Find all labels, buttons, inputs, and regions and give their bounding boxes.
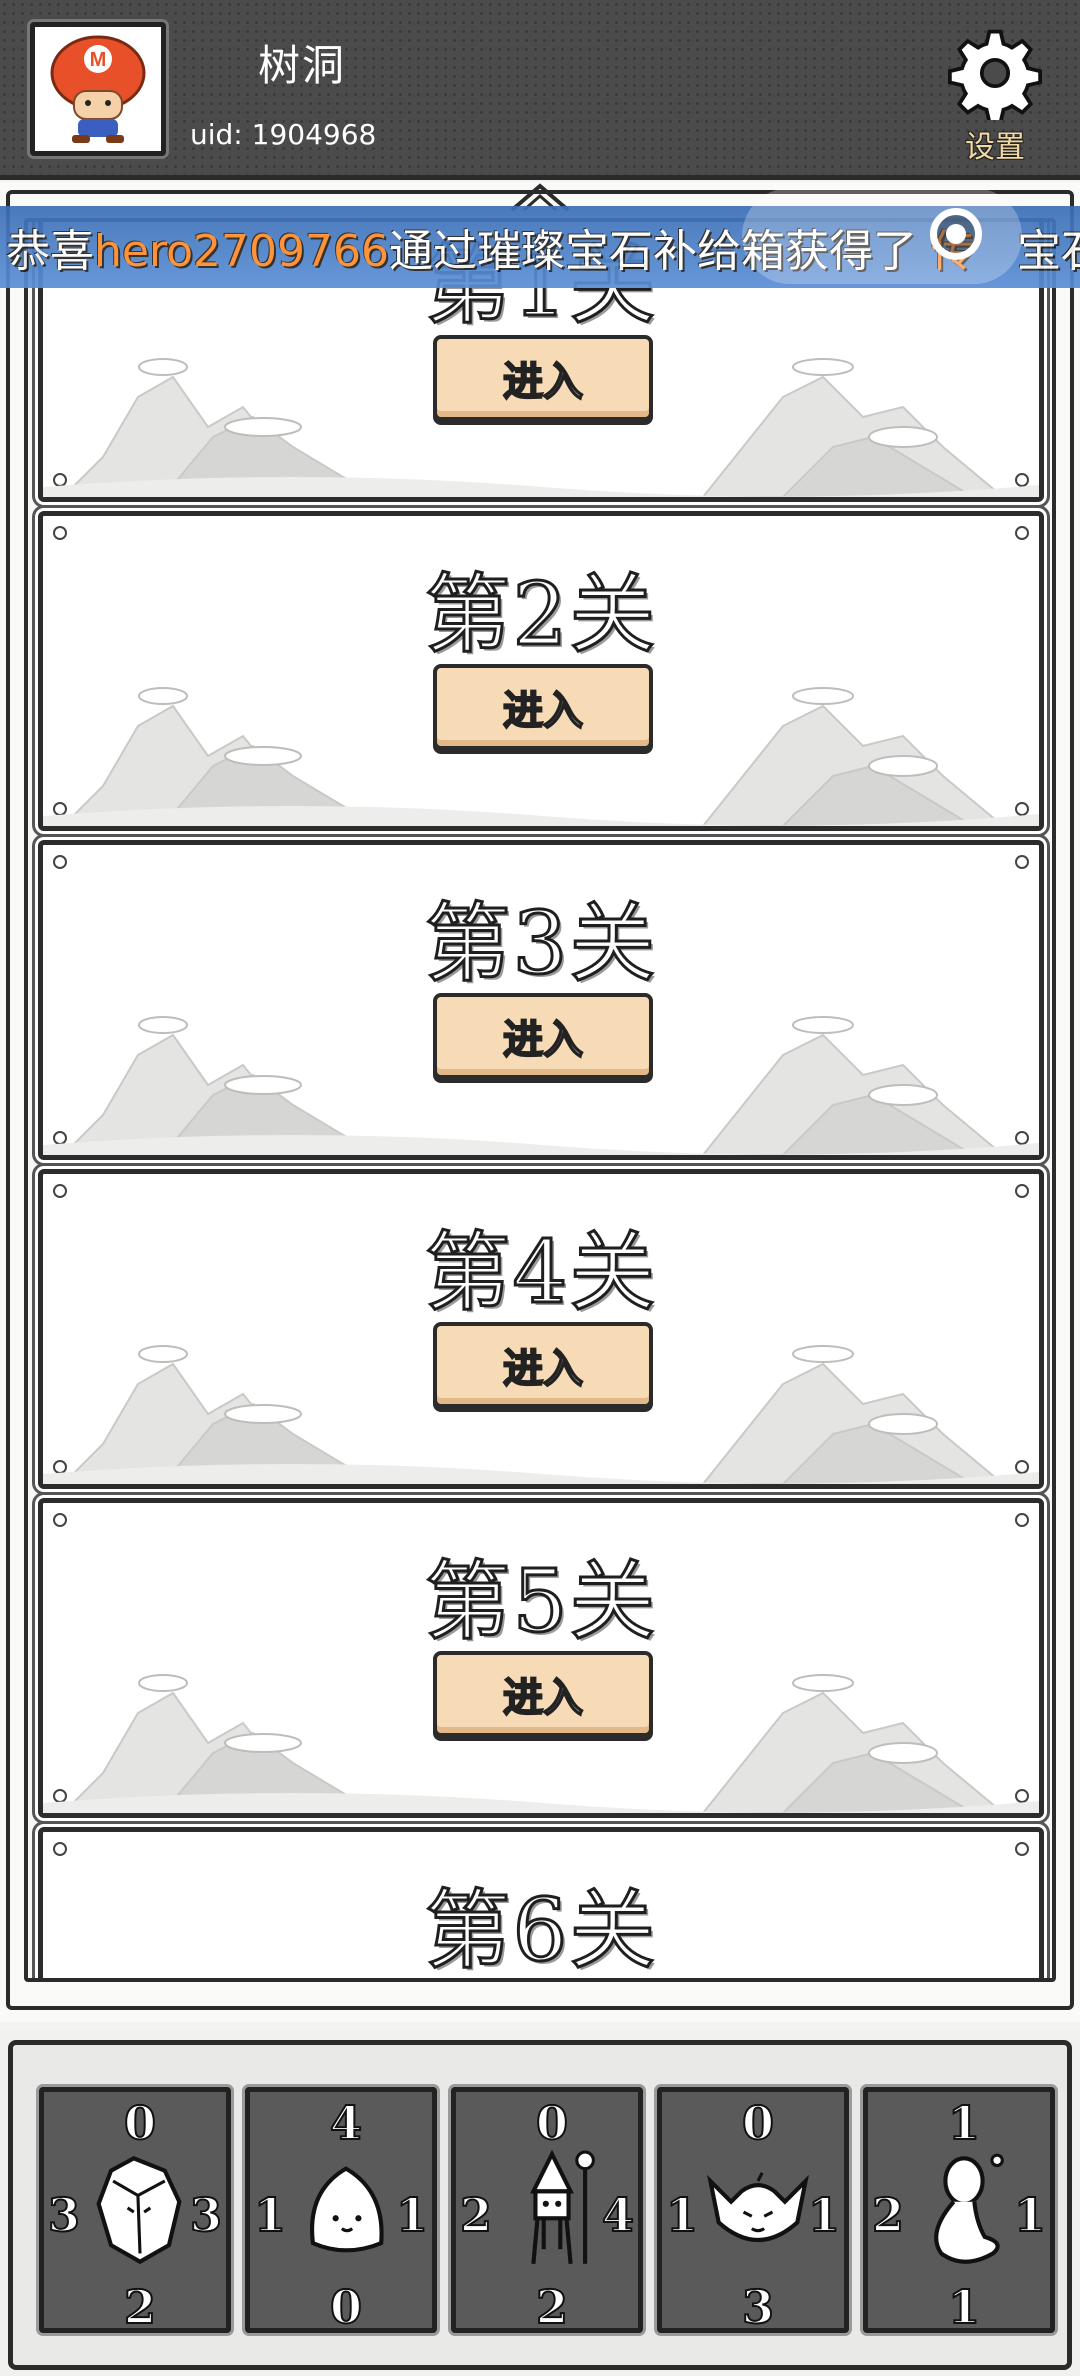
level-scroll-area[interactable]: 第1关 进入 第2关 进入 — [24, 218, 1056, 1982]
stat-left: 3 — [47, 2187, 81, 2243]
rock-golem-icon — [96, 2155, 182, 2265]
stat-bottom: 1 — [947, 2279, 981, 2335]
unit-bar: 0 3 3 2 4 1 1 0 0 2 4 2 0 1 1 3 1 2 1 1 — [0, 2030, 1080, 2376]
settings-label: 设置 — [965, 130, 1025, 165]
enter-level-button[interactable]: 进入 — [433, 1651, 653, 1737]
level-title: 第2关 — [423, 564, 658, 667]
stat-bottom: 3 — [741, 2279, 775, 2335]
bolt-icon — [53, 1842, 67, 1856]
bolt-icon — [1015, 526, 1029, 540]
bolt-icon — [1015, 1184, 1029, 1198]
announcement-player: hero2709766 — [94, 226, 389, 277]
level-card[interactable]: 第5关 进入 — [38, 1498, 1044, 1818]
bolt-icon — [53, 855, 67, 869]
settings-button[interactable]: 设置 — [940, 26, 1050, 166]
stat-left: 2 — [871, 2187, 905, 2243]
unit-card-dumpling[interactable]: 4 1 1 0 — [245, 2087, 437, 2335]
unit-card-wizard[interactable]: 0 2 4 2 — [451, 2087, 643, 2335]
stat-top: 0 — [123, 2095, 157, 2151]
gear-icon — [948, 29, 1042, 120]
page-title: 树洞 — [258, 41, 347, 90]
enter-level-button[interactable]: 进入 — [433, 993, 653, 1079]
announcement-suffix: 宝石 — [1016, 226, 1080, 277]
level-title: 第5关 — [423, 1551, 658, 1654]
level-list-panel: 第1关 进入 第2关 进入 — [0, 182, 1080, 2022]
level-card[interactable]: 第2关 进入 — [38, 511, 1044, 831]
stat-top: 1 — [947, 2095, 981, 2151]
bolt-icon — [1015, 855, 1029, 869]
enter-level-button[interactable]: 进入 — [433, 1322, 653, 1408]
bolt-icon — [53, 1513, 67, 1527]
top-header: M 树洞 uid: 1904968 设置 — [0, 0, 1080, 180]
enter-level-button[interactable]: 进入 — [433, 1980, 653, 1982]
bolt-icon — [1015, 1513, 1029, 1527]
stat-left: 1 — [253, 2187, 287, 2243]
svg-text:M: M — [90, 49, 107, 71]
bolt-icon — [53, 1184, 67, 1198]
user-id: uid: 1904968 — [190, 118, 377, 151]
bolt-icon — [53, 526, 67, 540]
level-title: 第4关 — [423, 1222, 658, 1325]
unit-card-ghost[interactable]: 1 2 1 1 — [863, 2087, 1055, 2335]
stat-bottom: 2 — [535, 2279, 569, 2335]
bat-icon — [707, 2172, 809, 2243]
level-title: 第6关 — [423, 1880, 658, 1981]
stat-bottom: 0 — [329, 2279, 363, 2335]
enter-level-button[interactable]: 进入 — [433, 664, 653, 750]
enter-level-button[interactable]: 进入 — [433, 335, 653, 421]
wizard-icon — [530, 2150, 595, 2264]
stat-top: 4 — [329, 2095, 363, 2151]
ghost-icon — [934, 2153, 1004, 2264]
announcement-prefix: 恭喜 — [6, 226, 94, 277]
dumpling-icon — [310, 2166, 384, 2253]
stat-top: 0 — [741, 2095, 775, 2151]
unit-bar-frame: 0 3 3 2 4 1 1 0 0 2 4 2 0 1 1 3 1 2 1 1 — [8, 2040, 1072, 2370]
mushroom-hero-avatar-icon: M — [50, 35, 146, 143]
bolt-icon — [1015, 1842, 1029, 1856]
stat-top: 0 — [535, 2095, 569, 2151]
level-card[interactable]: 第3关 进入 — [38, 840, 1044, 1160]
stat-bottom: 2 — [123, 2279, 157, 2335]
unit-card-bat[interactable]: 0 1 1 3 — [657, 2087, 849, 2335]
level-title: 第3关 — [423, 893, 658, 996]
avatar[interactable]: M — [30, 22, 166, 156]
unit-card-rock-golem[interactable]: 0 3 3 2 — [39, 2087, 231, 2335]
level-card[interactable]: 第4关 进入 — [38, 1169, 1044, 1489]
stat-left: 1 — [665, 2187, 699, 2243]
stat-left: 2 — [459, 2187, 493, 2243]
floating-ball-icon[interactable] — [930, 208, 982, 260]
level-card[interactable]: 第6关 进入 — [38, 1827, 1044, 1982]
